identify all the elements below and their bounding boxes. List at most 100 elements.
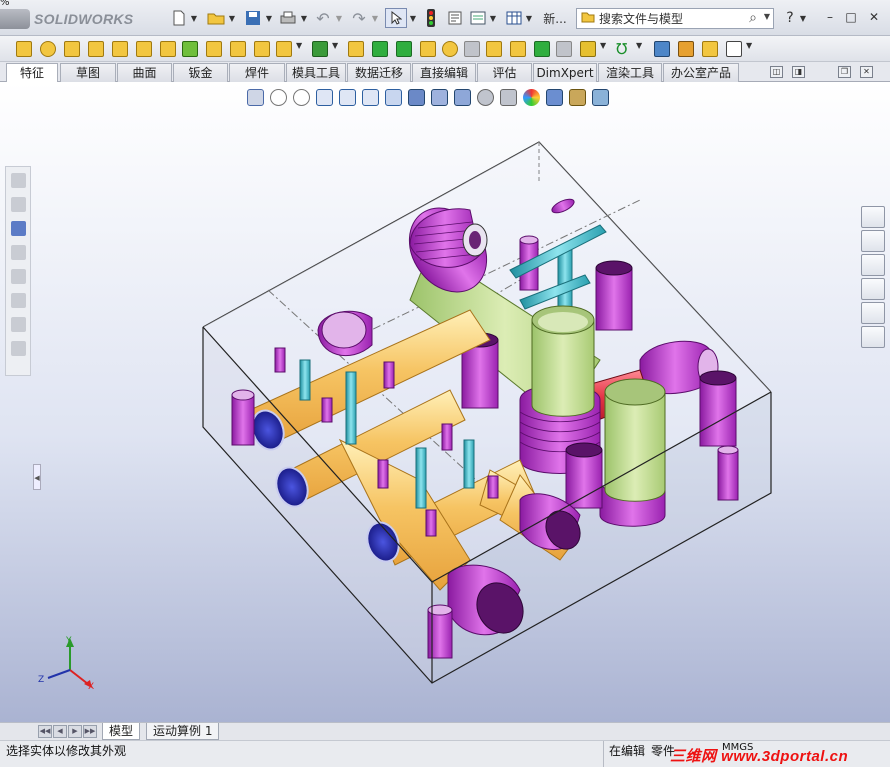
- first-tab-icon[interactable]: ◀◀: [38, 725, 52, 738]
- next-tab-icon[interactable]: ▶: [68, 725, 82, 738]
- boundary-cut-icon[interactable]: [254, 41, 270, 57]
- rebuild-traffic-light-icon[interactable]: [424, 8, 438, 28]
- options-icon[interactable]: [469, 8, 487, 28]
- close-button[interactable]: ✕: [866, 10, 882, 24]
- tab-office-products[interactable]: 办公室产品: [663, 63, 739, 82]
- flex-icon[interactable]: [702, 41, 718, 57]
- tab-surfaces[interactable]: 曲面: [117, 63, 172, 82]
- tab-dimxpert[interactable]: DimXpert: [533, 63, 597, 82]
- combine-icon[interactable]: [510, 41, 526, 57]
- curves-dropdown-icon[interactable]: ▼: [636, 41, 644, 57]
- table-dropdown-icon[interactable]: ▼: [525, 8, 533, 28]
- manifold-model[interactable]: [0, 82, 890, 722]
- lofted-boss-icon[interactable]: [88, 41, 104, 57]
- tab-direct-editing[interactable]: 直接编辑: [412, 63, 476, 82]
- file-properties-icon[interactable]: [446, 8, 464, 28]
- curves-icon[interactable]: ℧: [616, 41, 632, 57]
- extruded-boss-icon[interactable]: [16, 41, 32, 57]
- undo-icon[interactable]: ↶: [313, 8, 333, 28]
- tab-weldments[interactable]: 焊件: [229, 63, 285, 82]
- revolved-boss-icon[interactable]: [40, 41, 56, 57]
- split-icon[interactable]: [534, 41, 550, 57]
- solidworks-logo[interactable]: SOLIDWORKS: [0, 9, 133, 29]
- reference-dropdown-icon[interactable]: ▼: [600, 41, 608, 57]
- search-input[interactable]: 搜索文件与模型: [599, 10, 683, 27]
- new-document-icon[interactable]: [170, 8, 188, 28]
- swept-boss-icon[interactable]: [64, 41, 80, 57]
- options-dropdown-icon[interactable]: ▼: [489, 8, 497, 28]
- lofted-cut-icon[interactable]: [230, 41, 246, 57]
- tile-horizontal-icon[interactable]: ◫: [770, 66, 783, 78]
- instant3d-icon[interactable]: [654, 41, 670, 57]
- minimize-button[interactable]: –: [822, 10, 838, 24]
- print-icon[interactable]: [278, 8, 298, 28]
- new-dropdown-icon[interactable]: ▼: [190, 8, 198, 28]
- tab-features[interactable]: 特征: [6, 63, 58, 83]
- save-icon[interactable]: [243, 8, 263, 28]
- maximize-button[interactable]: □: [843, 10, 859, 24]
- swept-cut-icon[interactable]: [206, 41, 222, 57]
- status-editing: 在编辑: [609, 744, 646, 758]
- rib-icon[interactable]: [348, 41, 364, 57]
- help-dropdown-icon[interactable]: ▼: [799, 8, 807, 28]
- tab-model[interactable]: 模型: [102, 723, 141, 740]
- select-arrow-icon[interactable]: [385, 8, 407, 28]
- tab-mold-tools[interactable]: 模具工具: [286, 63, 346, 82]
- right-green-cylinder: [599, 378, 666, 527]
- intersect-icon[interactable]: [464, 41, 480, 57]
- print-dropdown-icon[interactable]: ▼: [300, 8, 308, 28]
- redo-icon[interactable]: ↷: [349, 8, 369, 28]
- redo-dropdown-icon[interactable]: ▼: [371, 8, 379, 28]
- shell-icon[interactable]: [396, 41, 412, 57]
- corner-text: %: [0, 0, 10, 8]
- tab-evaluate[interactable]: 评估: [477, 63, 532, 82]
- move-face-icon[interactable]: [556, 41, 572, 57]
- mirror-icon[interactable]: [486, 41, 502, 57]
- restore-doc-icon[interactable]: ❐: [838, 66, 851, 78]
- pattern-dropdown-icon[interactable]: ▼: [332, 41, 340, 57]
- select-dropdown-icon[interactable]: ▼: [409, 8, 417, 28]
- tab-sketch[interactable]: 草图: [60, 63, 116, 82]
- reference-geometry-icon[interactable]: [580, 41, 596, 57]
- freeform-icon[interactable]: [726, 41, 742, 57]
- dome-icon[interactable]: [442, 41, 458, 57]
- boundary-boss-icon[interactable]: [112, 41, 128, 57]
- command-manager-toolbar: ▼ ▼ ▼ ℧ ▼ ▼: [0, 36, 890, 62]
- close-doc-icon[interactable]: ✕: [860, 66, 873, 78]
- new-label[interactable]: 新...: [541, 8, 569, 28]
- wrap-icon[interactable]: [420, 41, 436, 57]
- tab-render-tools[interactable]: 渲染工具: [598, 63, 662, 82]
- undo-dropdown-icon[interactable]: ▼: [335, 8, 343, 28]
- freeform-dropdown-icon[interactable]: ▼: [746, 41, 754, 57]
- triad-z-label: Z: [38, 675, 45, 685]
- help-icon[interactable]: ?: [783, 8, 797, 28]
- last-tab-icon[interactable]: ▶▶: [83, 725, 97, 738]
- site-watermark: 三维网 www.3dportal.cn: [670, 748, 849, 765]
- search-box[interactable]: 搜索文件与模型 ⌕ ▼: [576, 8, 774, 29]
- logo-text: SOLIDWORKS: [34, 11, 134, 27]
- table-view-icon[interactable]: [505, 8, 523, 28]
- prev-tab-icon[interactable]: ◀: [53, 725, 67, 738]
- command-tabs: 特征 草图 曲面 钣金 焊件 模具工具 数据迁移 直接编辑 评估 DimXper…: [0, 62, 890, 83]
- hole-wizard-icon[interactable]: [160, 41, 176, 57]
- tab-data-migration[interactable]: 数据迁移: [347, 63, 411, 82]
- extruded-cut-icon[interactable]: [136, 41, 152, 57]
- fillet-dropdown-icon[interactable]: ▼: [296, 41, 304, 57]
- open-folder-icon[interactable]: [206, 8, 226, 28]
- fillet-icon[interactable]: [276, 41, 292, 57]
- search-icon[interactable]: ⌕: [749, 10, 757, 26]
- tab-sheet-metal[interactable]: 钣金: [173, 63, 228, 82]
- graphics-area[interactable]: ◀ Y X Z: [0, 82, 890, 722]
- tab-motion-study-1[interactable]: 运动算例 1: [146, 723, 220, 740]
- move-copy-icon[interactable]: [678, 41, 694, 57]
- draft-icon[interactable]: [372, 41, 388, 57]
- search-dropdown-icon[interactable]: ▼: [764, 12, 770, 21]
- title-bar: % SOLIDWORKS ▼ ▼ ▼ ▼ ↶ ▼ ↷ ▼ ▼ ▼ ▼ 新...: [0, 0, 890, 36]
- tile-vertical-icon[interactable]: ◨: [792, 66, 805, 78]
- status-divider: [603, 741, 604, 767]
- open-dropdown-icon[interactable]: ▼: [228, 8, 236, 28]
- linear-pattern-icon[interactable]: [312, 41, 328, 57]
- save-dropdown-icon[interactable]: ▼: [265, 8, 273, 28]
- folder-search-icon: [581, 11, 595, 26]
- revolved-cut-icon[interactable]: [182, 41, 198, 57]
